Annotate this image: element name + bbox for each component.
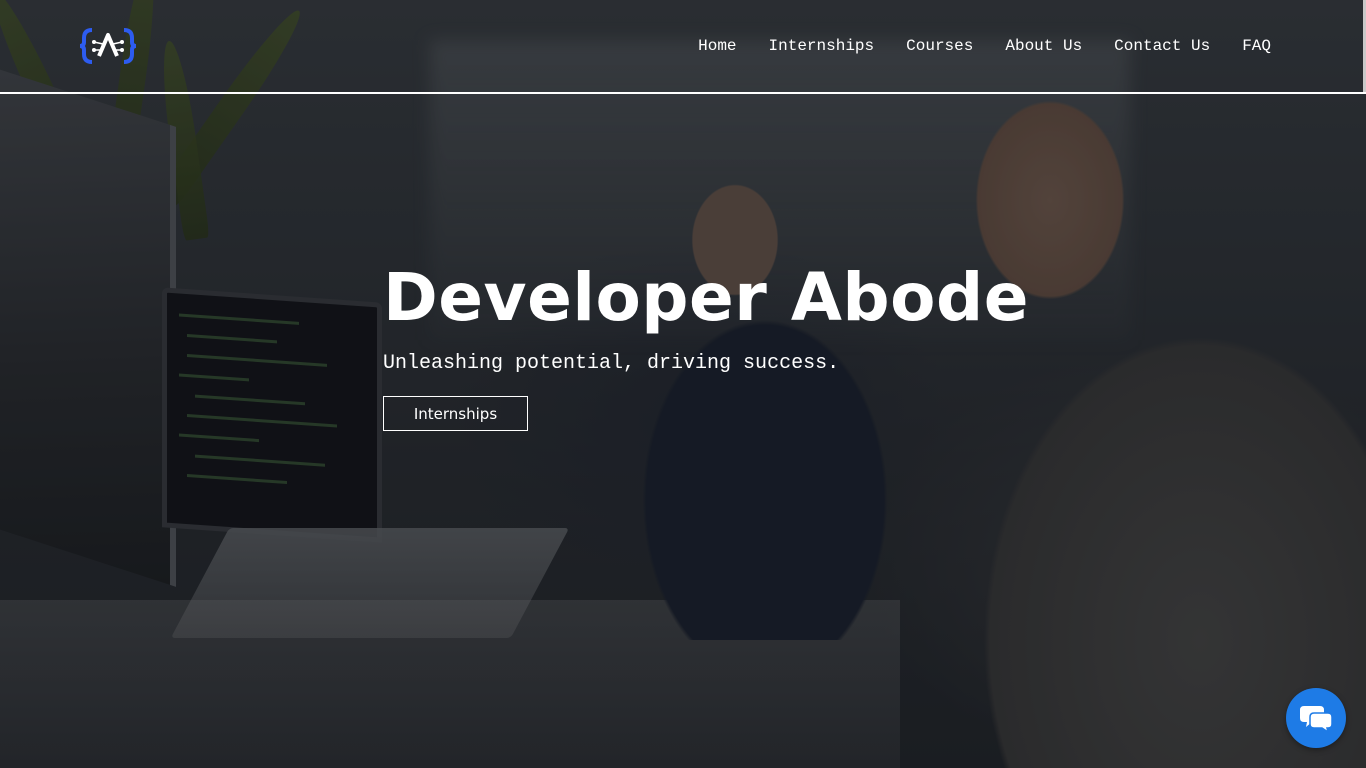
developer-abode-logo-icon[interactable] xyxy=(79,26,137,66)
nav-link-contact-us[interactable]: Contact Us xyxy=(1114,36,1210,56)
nav-link-internships[interactable]: Internships xyxy=(769,36,875,56)
nav-link-courses[interactable]: Courses xyxy=(906,36,973,56)
hero-subtitle: Unleashing potential, driving success. xyxy=(383,352,840,375)
nav-link-about-us[interactable]: About Us xyxy=(1005,36,1082,56)
hero-content: Developer Abode Unleashing potential, dr… xyxy=(383,258,1029,431)
hero-section: Home Internships Courses About Us Contac… xyxy=(0,0,1366,768)
chat-widget-button[interactable] xyxy=(1286,688,1346,748)
nav-link-home[interactable]: Home xyxy=(698,36,736,56)
main-nav: Home Internships Courses About Us Contac… xyxy=(666,36,1271,56)
internships-button[interactable]: Internships xyxy=(383,396,528,431)
nav-link-faq[interactable]: FAQ xyxy=(1242,36,1271,56)
site-header: Home Internships Courses About Us Contac… xyxy=(0,0,1366,94)
hero-title: Developer Abode xyxy=(383,259,1030,336)
logo-graphic-icon xyxy=(79,28,137,64)
chat-bubbles-icon xyxy=(1300,706,1333,733)
